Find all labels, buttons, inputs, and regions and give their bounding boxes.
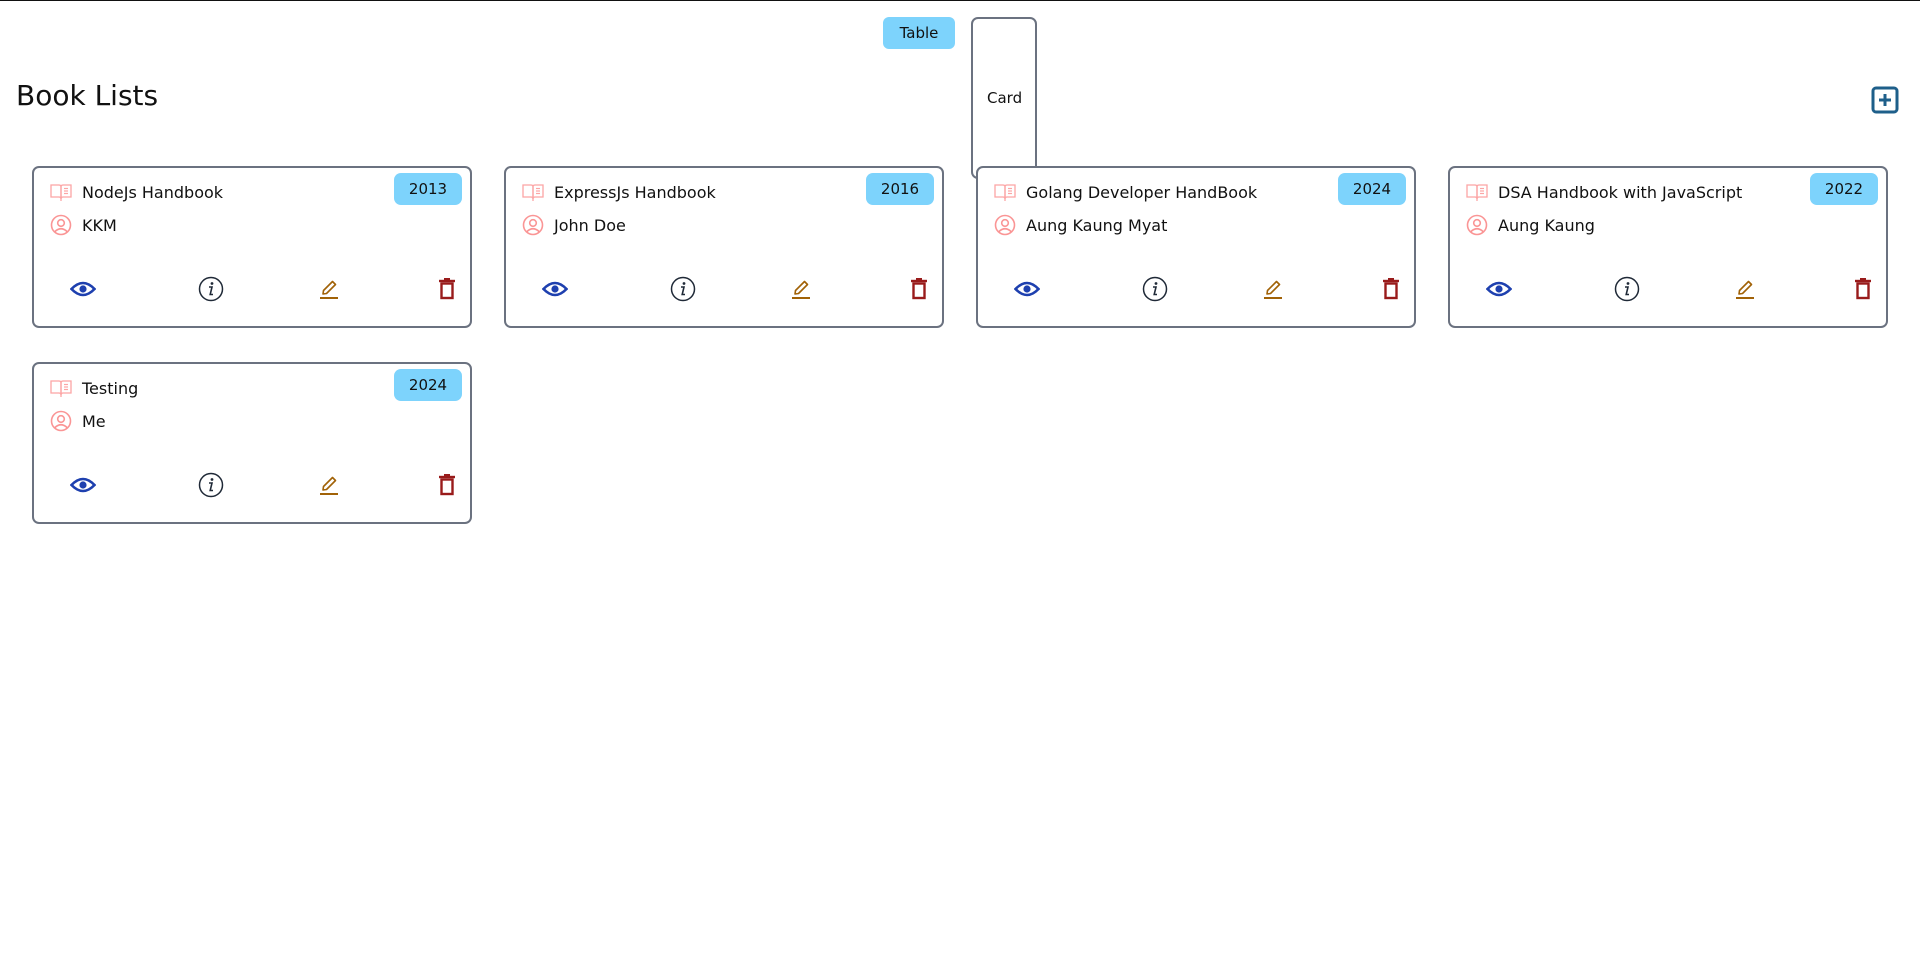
- year-badge: 2013: [394, 173, 462, 205]
- edit-button[interactable]: [1730, 274, 1760, 304]
- pencil-icon: [792, 280, 810, 299]
- info-icon: [198, 472, 224, 498]
- pencil-icon: [1264, 280, 1282, 299]
- year-badge: 2016: [866, 173, 934, 205]
- book-title: DSA Handbook with JavaScript: [1498, 182, 1743, 202]
- title-row: Golang Developer HandBook: [994, 182, 1257, 202]
- trash-icon: [1855, 278, 1871, 300]
- trash-icon: [439, 474, 455, 496]
- card-actions: [34, 274, 470, 304]
- book-author: Aung Kaung: [1498, 215, 1595, 235]
- author-row: Me: [50, 410, 106, 432]
- edit-button[interactable]: [1258, 274, 1288, 304]
- book-author: Me: [82, 411, 106, 431]
- delete-button[interactable]: [904, 274, 934, 304]
- book-card: 2016 ExpressJs Handbook John Doe: [504, 166, 944, 328]
- trash-icon: [1383, 278, 1399, 300]
- plus-square-icon: [1871, 86, 1899, 114]
- author-row: John Doe: [522, 214, 626, 236]
- page-title: Book Lists: [16, 79, 159, 112]
- book-card: 2024 Testing Me: [32, 362, 472, 524]
- view-button[interactable]: [1012, 274, 1042, 304]
- card-actions: [34, 470, 470, 500]
- eye-icon: [70, 477, 96, 493]
- view-button[interactable]: [68, 274, 98, 304]
- view-button[interactable]: [540, 274, 570, 304]
- edit-button[interactable]: [314, 274, 344, 304]
- info-icon: [1142, 276, 1168, 302]
- delete-button[interactable]: [1376, 274, 1406, 304]
- book-open-icon: [994, 184, 1016, 201]
- book-card-grid: 2013 NodeJs Handbook KKM 2016 ExpressJs …: [32, 166, 1888, 524]
- user-circle-icon: [50, 410, 72, 432]
- trash-icon: [911, 278, 927, 300]
- title-row: NodeJs Handbook: [50, 182, 223, 202]
- info-icon: [670, 276, 696, 302]
- card-actions: [978, 274, 1414, 304]
- author-row: Aung Kaung Myat: [994, 214, 1167, 236]
- delete-button[interactable]: [1848, 274, 1878, 304]
- pencil-icon: [1736, 280, 1754, 299]
- eye-icon: [70, 281, 96, 297]
- book-card: 2024 Golang Developer HandBook Aung Kaun…: [976, 166, 1416, 328]
- info-button[interactable]: [196, 470, 226, 500]
- author-row: KKM: [50, 214, 117, 236]
- user-circle-icon: [522, 214, 544, 236]
- book-author: John Doe: [554, 215, 626, 235]
- author-row: Aung Kaung: [1466, 214, 1595, 236]
- edit-button[interactable]: [314, 470, 344, 500]
- view-toggle: Table Card: [0, 17, 1920, 179]
- eye-icon: [1014, 281, 1040, 297]
- book-title: Testing: [82, 378, 139, 398]
- info-icon: [1614, 276, 1640, 302]
- trash-icon: [439, 278, 455, 300]
- book-open-icon: [1466, 184, 1488, 201]
- pencil-icon: [320, 476, 338, 495]
- view-button[interactable]: [1484, 274, 1514, 304]
- year-badge: 2024: [1338, 173, 1406, 205]
- book-open-icon: [50, 184, 72, 201]
- view-button[interactable]: [68, 470, 98, 500]
- title-row: ExpressJs Handbook: [522, 182, 716, 202]
- user-circle-icon: [50, 214, 72, 236]
- info-icon: [198, 276, 224, 302]
- book-card: 2022 DSA Handbook with JavaScript Aung K…: [1448, 166, 1888, 328]
- book-card: 2013 NodeJs Handbook KKM: [32, 166, 472, 328]
- eye-icon: [542, 281, 568, 297]
- add-book-button[interactable]: [1871, 86, 1899, 114]
- card-actions: [1450, 274, 1886, 304]
- title-row: Testing: [50, 378, 138, 398]
- info-button[interactable]: [1140, 274, 1170, 304]
- title-row: DSA Handbook with JavaScript: [1466, 182, 1742, 202]
- pencil-icon: [320, 280, 338, 299]
- info-button[interactable]: [1612, 274, 1642, 304]
- delete-button[interactable]: [432, 274, 462, 304]
- card-view-button[interactable]: Card: [971, 17, 1037, 179]
- book-open-icon: [50, 380, 72, 397]
- book-title: Golang Developer HandBook: [1026, 182, 1258, 202]
- info-button[interactable]: [196, 274, 226, 304]
- book-title: NodeJs Handbook: [82, 182, 224, 202]
- eye-icon: [1486, 281, 1512, 297]
- info-button[interactable]: [668, 274, 698, 304]
- edit-button[interactable]: [786, 274, 816, 304]
- user-circle-icon: [994, 214, 1016, 236]
- table-view-button[interactable]: Table: [883, 17, 955, 49]
- year-badge: 2024: [394, 369, 462, 401]
- year-badge: 2022: [1810, 173, 1878, 205]
- card-actions: [506, 274, 942, 304]
- user-circle-icon: [1466, 214, 1488, 236]
- delete-button[interactable]: [432, 470, 462, 500]
- book-author: Aung Kaung Myat: [1026, 215, 1168, 235]
- book-author: KKM: [82, 215, 117, 235]
- book-title: ExpressJs Handbook: [554, 182, 716, 202]
- book-open-icon: [522, 184, 544, 201]
